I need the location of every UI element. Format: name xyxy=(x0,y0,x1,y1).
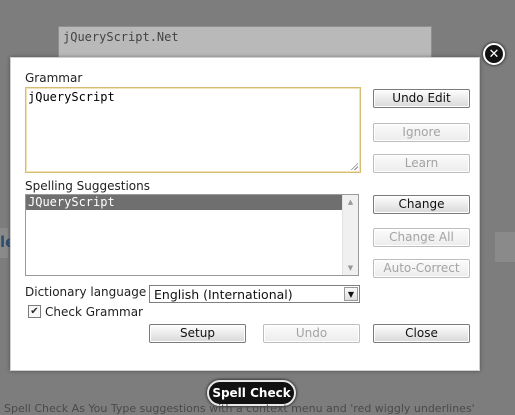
undo-edit-button[interactable]: Undo Edit xyxy=(373,89,470,108)
spelling-suggestions-label: Spelling Suggestions xyxy=(25,179,150,193)
spell-check-dialog: Grammar jQueryScript Spelling Suggestion… xyxy=(10,57,480,371)
resize-grip-icon[interactable] xyxy=(350,162,358,170)
background-footer-text: Spell Check As You Type suggestions with… xyxy=(4,402,475,415)
background-heading-fragment: le xyxy=(0,228,15,258)
close-button[interactable]: Close xyxy=(373,324,470,343)
chevron-down-icon[interactable]: ▼ xyxy=(344,287,358,301)
learn-button[interactable]: Learn xyxy=(373,154,470,173)
dictionary-language-select[interactable]: English (International) ▼ xyxy=(149,285,360,303)
check-grammar-label: Check Grammar xyxy=(45,305,143,319)
grammar-label: Grammar xyxy=(25,71,83,85)
scroll-up-icon[interactable]: ▲ xyxy=(343,195,358,209)
change-button[interactable]: Change xyxy=(373,195,470,214)
suggestion-item[interactable]: JQueryScript xyxy=(26,195,342,210)
suggestions-list[interactable]: JQueryScript ▲ ▼ xyxy=(25,194,359,276)
scroll-down-icon[interactable]: ▼ xyxy=(343,261,358,275)
dictionary-language-value: English (International) xyxy=(154,287,293,302)
background-editor-text: jQueryScript.Net xyxy=(63,30,179,44)
background-editor: jQueryScript.Net xyxy=(58,26,432,60)
check-grammar-checkbox[interactable]: ✔ xyxy=(28,305,41,318)
suggestions-scrollbar[interactable]: ▲ ▼ xyxy=(342,195,358,275)
grammar-textarea[interactable]: jQueryScript xyxy=(25,87,361,173)
background-panel-fragment xyxy=(495,232,515,262)
dictionary-language-label: Dictionary language xyxy=(25,285,147,299)
change-all-button[interactable]: Change All xyxy=(373,228,470,247)
undo-button[interactable]: Undo xyxy=(263,324,360,343)
close-icon[interactable]: ✕ xyxy=(483,43,505,65)
setup-button[interactable]: Setup xyxy=(149,324,246,343)
ignore-button[interactable]: Ignore xyxy=(373,123,470,142)
auto-correct-button[interactable]: Auto-Correct xyxy=(373,259,470,278)
grammar-text: jQueryScript xyxy=(28,90,115,104)
